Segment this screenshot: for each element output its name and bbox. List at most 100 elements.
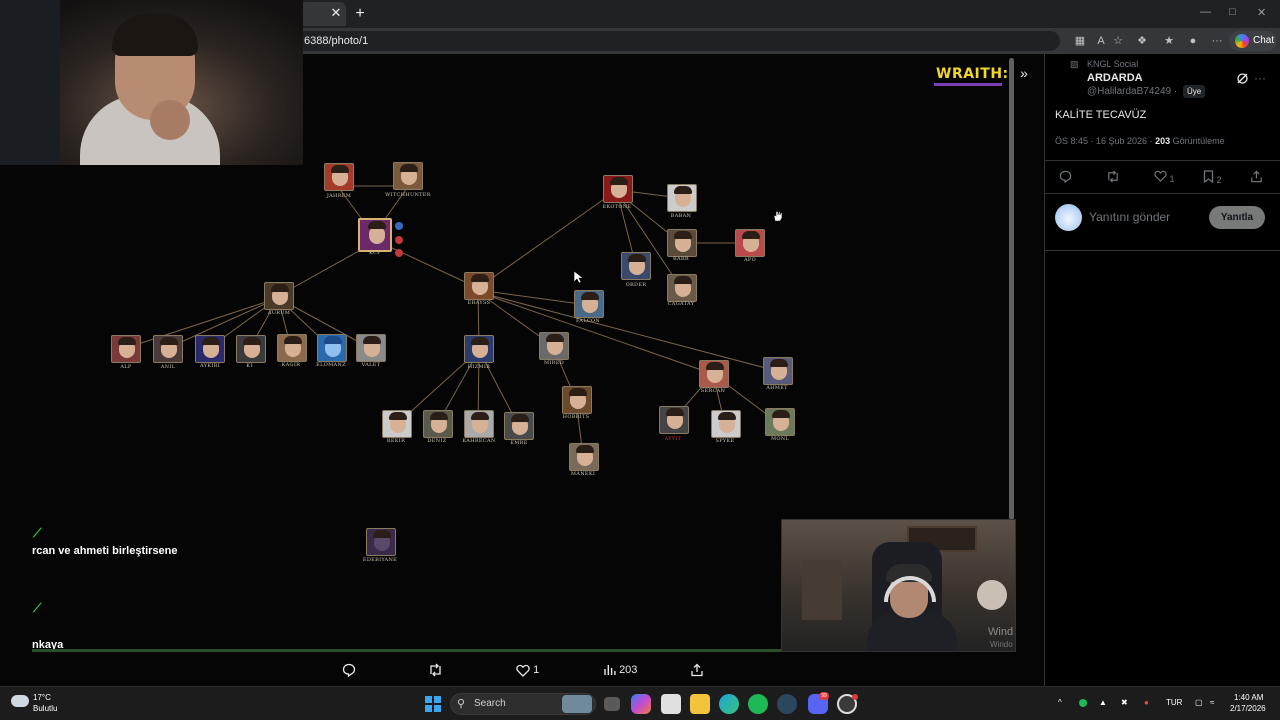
- settings-more-icon[interactable]: ···: [1209, 33, 1225, 49]
- tray-chevron-icon[interactable]: ^: [1058, 698, 1062, 707]
- graph-node-bekir: [382, 410, 412, 438]
- maximize-icon[interactable]: □: [1229, 6, 1236, 18]
- grok-icon[interactable]: [1236, 72, 1250, 86]
- hand-cursor-icon: [773, 210, 783, 222]
- store-icon[interactable]: [661, 694, 681, 714]
- graph-badge-red2: [395, 249, 403, 257]
- graph-node-edebiyane: [366, 528, 396, 556]
- graph-node-erayss: [464, 272, 494, 300]
- graph-node-ekotone: [603, 175, 633, 203]
- community-name[interactable]: KNGL Social: [1087, 59, 1138, 69]
- graph-label-apo: APO: [744, 257, 756, 263]
- edge-icon[interactable]: [719, 694, 739, 714]
- tray-green-icon[interactable]: [1079, 699, 1087, 707]
- graph-node-k1: [236, 335, 266, 363]
- graph-node-kagir: [277, 334, 307, 362]
- photo-like-button[interactable]: 1: [516, 661, 539, 679]
- photo-repost-button[interactable]: [428, 661, 443, 679]
- language-indicator[interactable]: TUR: [1166, 698, 1182, 707]
- graph-node-hizmir: [464, 335, 494, 363]
- graph-node-anil: [153, 335, 183, 363]
- reply-input[interactable]: Yanıtını gönder: [1089, 210, 1170, 224]
- tray-display-icon[interactable]: ▢: [1195, 698, 1203, 707]
- url-field[interactable]: [296, 31, 1060, 51]
- member-badge: Üye: [1183, 85, 1206, 98]
- graph-label-falcon: FALCON: [575, 318, 601, 324]
- app-install-icon[interactable]: ▦: [1072, 33, 1088, 49]
- chat-divider: [32, 649, 782, 652]
- tweet-author-handle[interactable]: @HalilardaB74249 ·: [1087, 86, 1177, 97]
- like-button[interactable]: 1: [1154, 170, 1175, 184]
- reply-submit-button[interactable]: Yanıtla: [1209, 206, 1265, 229]
- like-count: 1: [1169, 174, 1175, 184]
- graph-label-order: ORDER: [625, 282, 647, 288]
- close-window-icon[interactable]: ✕: [1257, 6, 1266, 19]
- url-text[interactable]: 6388/photo/1: [304, 35, 368, 47]
- read-aloud-icon[interactable]: A: [1093, 33, 1109, 49]
- more-options-icon[interactable]: ···: [1254, 71, 1266, 85]
- minimize-icon[interactable]: —: [1200, 6, 1211, 18]
- graph-node-aurum: [264, 282, 294, 310]
- graph-node-valet: [356, 334, 386, 362]
- graph-node-maneki: [569, 443, 599, 471]
- repost-button[interactable]: [1106, 170, 1120, 184]
- tray-mic-icon[interactable]: ●: [1144, 698, 1149, 707]
- photo-views-button[interactable]: 203: [604, 661, 637, 679]
- graph-label-monl: MONL: [770, 436, 790, 442]
- tweet-timestamp[interactable]: ÖS 8:45 · 16 Şub 2026 ·: [1055, 136, 1155, 146]
- search-highlight-icon: [562, 695, 592, 713]
- graph-node-cagatay: [667, 274, 697, 302]
- weather-temperature[interactable]: 17°C: [33, 693, 51, 702]
- favorite-star-icon[interactable]: ☆: [1110, 33, 1126, 49]
- community-icon: ▧: [1070, 59, 1079, 69]
- collapse-panel-icon[interactable]: »: [1015, 64, 1033, 82]
- search-label: Search: [474, 698, 506, 709]
- graph-node-hobbits: [562, 386, 592, 414]
- graph-label-maneki: MANEKI: [570, 471, 596, 477]
- tray-network-icon[interactable]: ✖: [1121, 698, 1128, 707]
- favorites-icon[interactable]: ★: [1161, 33, 1177, 49]
- copilot-app-icon[interactable]: [631, 694, 651, 714]
- graph-label-hizmir: HIZMIR: [467, 364, 491, 370]
- steam-icon[interactable]: [777, 694, 797, 714]
- viewer-scrollbar[interactable]: [1009, 58, 1014, 520]
- windows-watermark-sub: Windo: [990, 640, 1013, 649]
- tray-wifi-icon[interactable]: ≈: [1210, 698, 1214, 707]
- discord-notification-badge: 99: [819, 692, 829, 700]
- graph-node-order: [621, 252, 651, 280]
- photo-view-count: 203: [619, 664, 638, 676]
- close-tab-icon[interactable]: ✕: [328, 5, 344, 21]
- graph-node-ahmet: [763, 357, 793, 385]
- windows-start-icon[interactable]: [425, 696, 441, 712]
- wraith-logo: WRAITH:: [936, 66, 1009, 82]
- weather-condition[interactable]: Bulutlu: [33, 704, 57, 713]
- photo-reply-button[interactable]: [342, 661, 356, 679]
- tweet-author-name[interactable]: ARDARDA: [1087, 72, 1143, 84]
- graph-node-deniz: [423, 410, 453, 438]
- webcam-overlay-top: [0, 0, 303, 165]
- task-view-icon[interactable]: [604, 697, 620, 711]
- file-explorer-icon[interactable]: [690, 694, 710, 714]
- photo-share-button[interactable]: [690, 661, 704, 679]
- reply-button[interactable]: [1059, 170, 1072, 184]
- bookmark-button[interactable]: 2: [1203, 170, 1222, 185]
- cloud-icon[interactable]: [11, 695, 29, 707]
- graph-label-emre: EMRE: [510, 440, 528, 446]
- graph-node-spyke: [711, 410, 741, 438]
- profile-avatar-icon[interactable]: ●: [1185, 33, 1201, 49]
- bookmark-count: 2: [1216, 175, 1222, 185]
- graph-label-baban: BABAN: [670, 213, 692, 219]
- clock-time[interactable]: 1:40 AM: [1234, 693, 1263, 702]
- graph-node-kahrecan: [464, 410, 494, 438]
- graph-label-cagatay: CAGATAY: [667, 301, 695, 307]
- extensions-icon[interactable]: ❖: [1134, 33, 1150, 49]
- copilot-chat-button[interactable]: Chat: [1229, 31, 1277, 51]
- share-button[interactable]: [1250, 170, 1263, 184]
- tray-steam-icon[interactable]: ▲: [1099, 698, 1107, 707]
- new-tab-button[interactable]: +: [350, 4, 370, 24]
- search-icon: ⚲: [457, 698, 466, 710]
- clock-date[interactable]: 2/17/2026: [1230, 704, 1266, 713]
- mouse-cursor-icon: [574, 271, 583, 284]
- graph-label-ahmet: AHMET: [766, 385, 788, 391]
- spotify-icon[interactable]: [748, 694, 768, 714]
